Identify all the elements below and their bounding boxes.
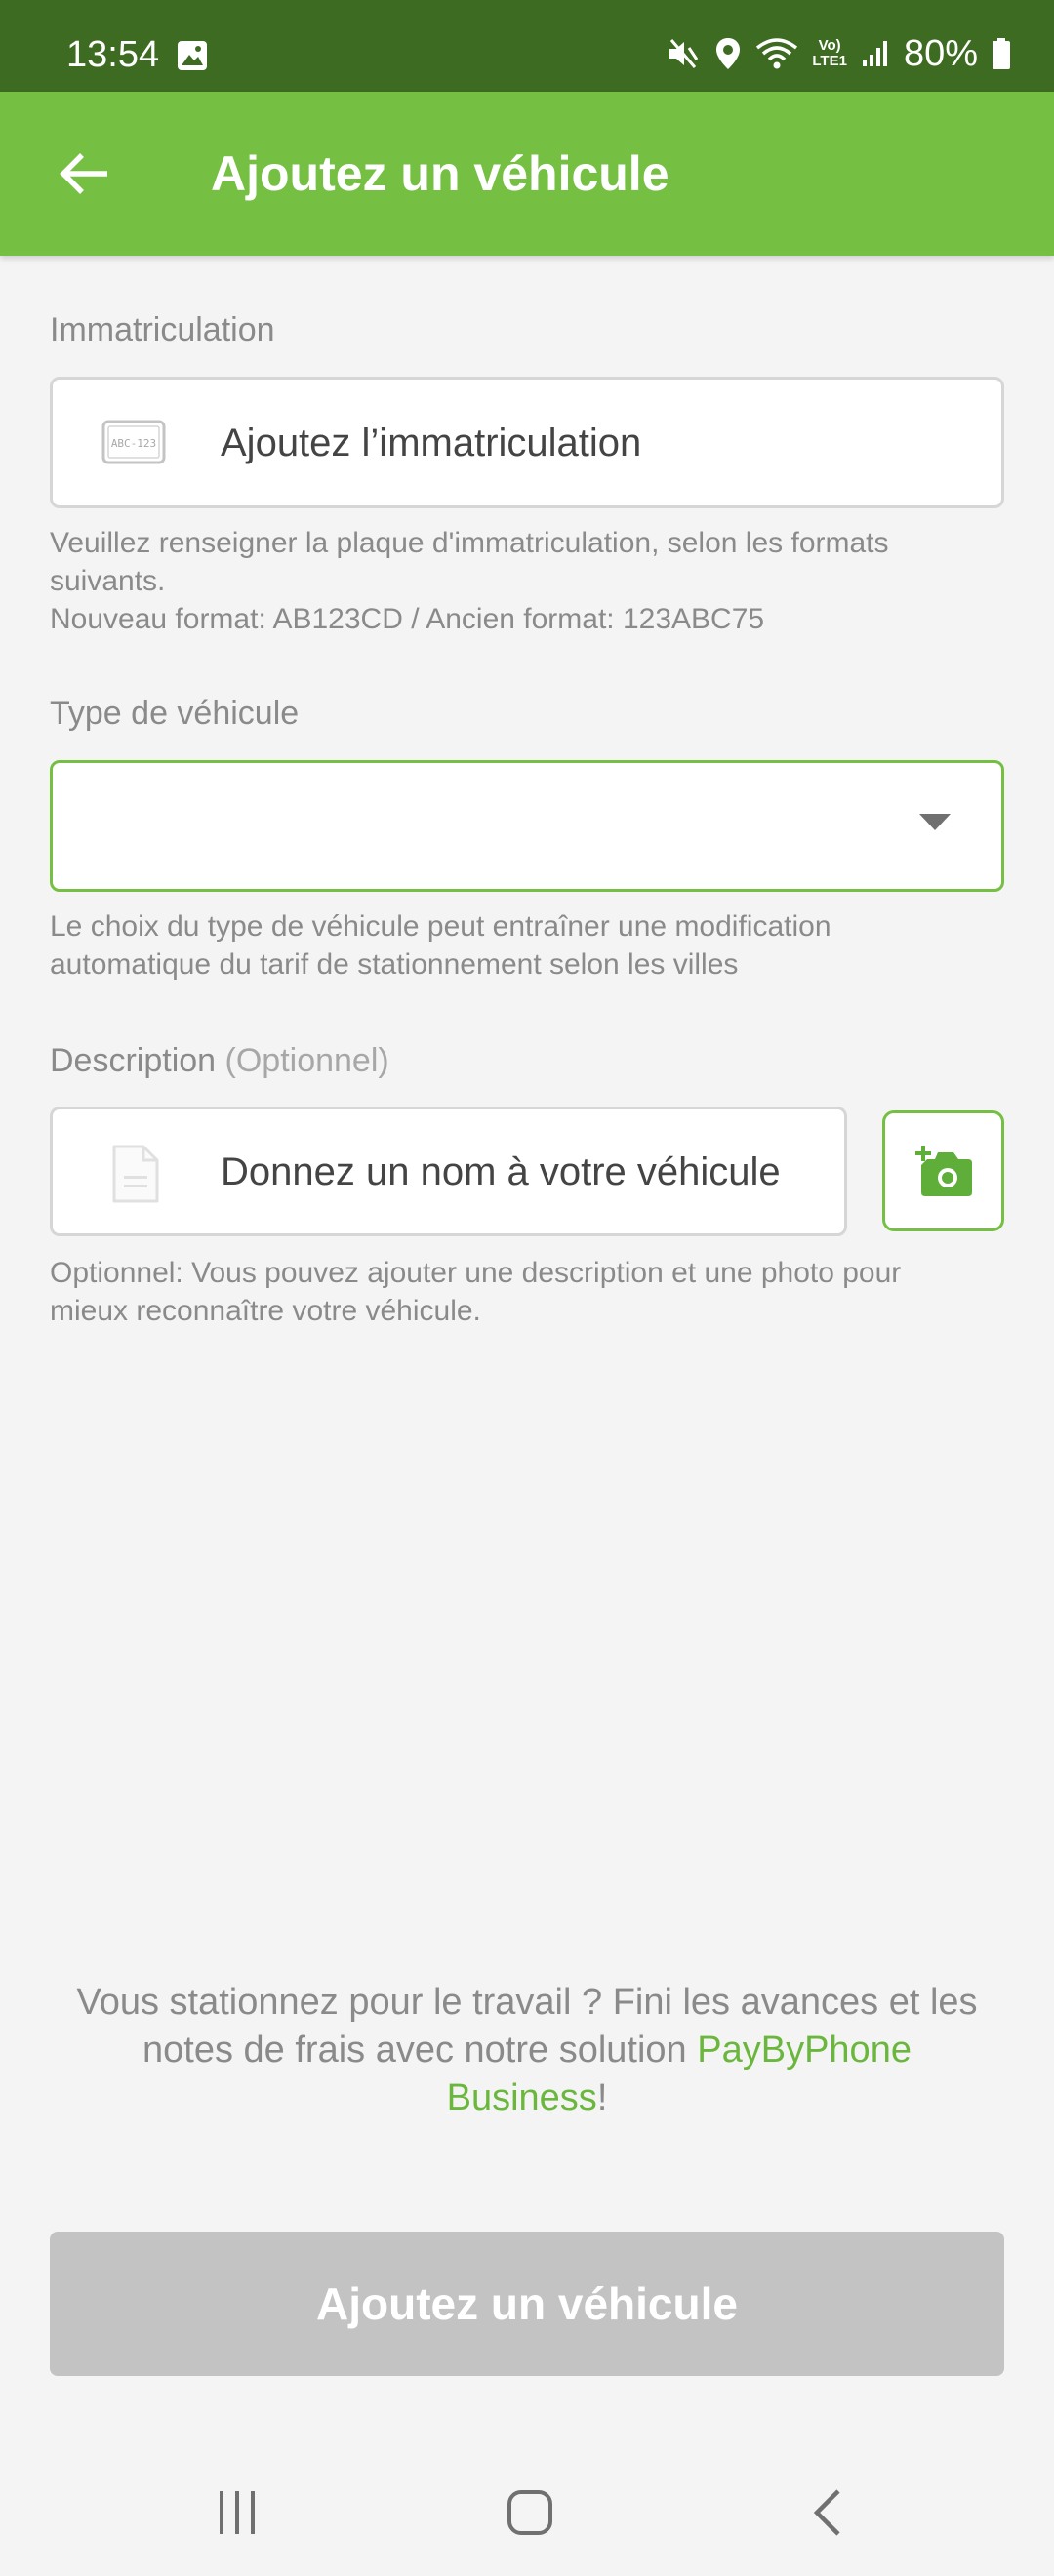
plate-input[interactable]: ABC-123 Ajoutez l’immatriculation [50, 377, 1004, 508]
status-bar: 13:54 Vo) LTE1 80% [0, 0, 1054, 92]
vehicle-type-select[interactable] [50, 760, 1004, 892]
app-bar: Ajoutez un véhicule [0, 92, 1054, 256]
recent-apps-icon [220, 2491, 255, 2534]
home-icon [507, 2490, 552, 2535]
vehicle-type-helper: Le choix du type de véhicule peut entraî… [50, 910, 831, 981]
recent-apps-button[interactable] [193, 2478, 281, 2547]
plate-label: Immatriculation [50, 311, 275, 348]
add-vehicle-button[interactable]: Ajoutez un véhicule [50, 2232, 1004, 2376]
mute-icon [669, 39, 699, 68]
signal-icon [862, 41, 887, 66]
paybyphone-link-part1[interactable]: PayByPhone [697, 2030, 912, 2071]
home-button[interactable] [486, 2478, 574, 2547]
status-time: 13:54 [66, 34, 160, 75]
wifi-icon [756, 38, 798, 69]
description-helper: Optionnel: Vous pouvez ajouter une descr… [50, 1257, 902, 1327]
add-photo-icon [914, 1146, 972, 1196]
page-title: Ajoutez un véhicule [211, 146, 669, 201]
status-icons: Vo) LTE1 80% [666, 29, 1011, 78]
document-icon [112, 1145, 159, 1203]
svg-text:ABC-123: ABC-123 [111, 437, 156, 450]
business-promo: Vous stationnez pour le travail ? Fini l… [76, 1982, 978, 2118]
description-placeholder: Donnez un nom à votre véhicule [221, 1150, 781, 1193]
license-plate-icon: ABC-123 [101, 420, 166, 464]
arrow-back-icon [60, 153, 107, 194]
gallery-icon [178, 41, 207, 70]
plate-helper: Veuillez renseigner la plaque d'immatric… [50, 527, 889, 635]
battery-percent: 80% [903, 33, 978, 74]
battery-icon [993, 38, 1010, 69]
volte-icon: Vo) LTE1 [812, 37, 847, 69]
optional-tag: (Optionnel) [224, 1042, 389, 1079]
vehicle-type-label: Type de véhicule [50, 695, 300, 732]
back-icon [813, 2489, 840, 2536]
location-icon [716, 38, 741, 69]
chevron-down-icon [919, 814, 951, 830]
plate-placeholder: Ajoutez l’immatriculation [221, 422, 642, 464]
system-nav-bar [0, 2439, 1054, 2576]
add-vehicle-button-label: Ajoutez un véhicule [316, 2278, 738, 2329]
add-photo-button[interactable] [882, 1110, 1004, 1231]
description-input[interactable]: Donnez un nom à votre véhicule [50, 1107, 847, 1236]
back-button[interactable] [45, 135, 123, 213]
nav-back-button[interactable] [783, 2478, 871, 2547]
paybyphone-link-part2[interactable]: Business [447, 2077, 597, 2118]
description-label: Description (Optionnel) [50, 1042, 389, 1079]
